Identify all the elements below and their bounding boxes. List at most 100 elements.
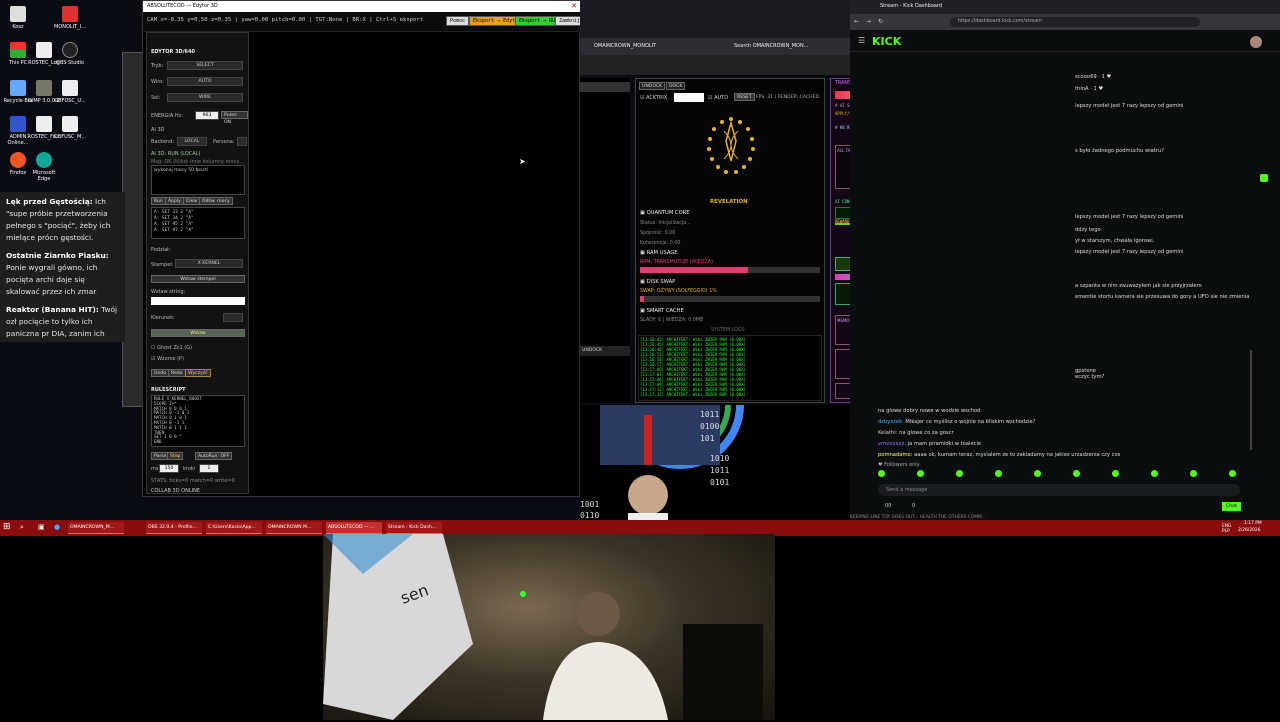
edge-icon[interactable]: ● [54, 523, 60, 531]
log-line: [13:17:15] ARCHITEKT: Wiki ZWIER RAM (0.… [640, 392, 746, 397]
chat-message: na glowe dobry nowe w wodzie wschod [878, 408, 980, 414]
clock-date[interactable]: 2/26/2026 [1238, 528, 1261, 533]
desktop-icon-obfusc-m[interactable]: OBFUSC_M... [52, 116, 88, 140]
energy-input[interactable]: 963 [195, 111, 219, 120]
taskbar-item-explorer[interactable]: C:\Users\Kasia\App... [206, 522, 262, 534]
browser-search[interactable]: Search OMAINCROWN_MON... [734, 43, 809, 49]
background-wallpaper: 1011 0100 101 1010 1011 0101 1001 0110 [580, 404, 850, 520]
taskbar-item-obs[interactable]: OBS 32.0.4 - Profile... [146, 522, 202, 534]
rulescript-editor[interactable]: RULE X_KERNEL_BOOST SCOPE 2+* MATCH 0 0 … [151, 395, 245, 447]
undo-button[interactable]: Undo [151, 369, 170, 377]
chat-message: vmvxxxxz: ja mam piramidki w toalecie [878, 441, 981, 447]
svg-text:0101: 0101 [710, 478, 729, 487]
chat-username[interactable]: pomnadamo: [878, 452, 912, 458]
mode-label: Tryb: [151, 63, 164, 69]
wiro-select[interactable]: AUTO [167, 77, 243, 86]
string-label: Wstaw string: [151, 289, 186, 295]
actrix-select[interactable] [674, 93, 704, 102]
3d-viewport[interactable]: ➤ [251, 33, 579, 495]
desktop-icon-obs[interactable]: OBS Studio [52, 42, 88, 66]
auto-toggle[interactable]: ☑ AUTO [708, 95, 728, 101]
ghost-checkbox[interactable]: ☐ Ghost Zc1 (G) [151, 345, 192, 351]
help-button[interactable]: Pomoc [446, 16, 470, 26]
chat-button[interactable]: Chat [1222, 502, 1241, 511]
emote-icon[interactable] [917, 470, 924, 477]
insert-stamp-button[interactable]: Wstaw stempel [151, 275, 245, 283]
fps-readout: FPS: 31 | RENDER: CACHED [756, 95, 820, 100]
desktop-icon-obfusc-u[interactable]: OBFUSC_U... [52, 80, 88, 104]
stats-text: STATS: ticks=0 match=0 write=0 [151, 478, 235, 484]
browser-tab[interactable]: OMAINCROWN_MONOLIT [594, 43, 656, 49]
kroki-input[interactable]: 1 [199, 464, 219, 473]
run-button[interactable]: Run [151, 197, 166, 205]
emote-icon[interactable] [1229, 470, 1236, 477]
taskbar-item-monolit-2[interactable]: OMAINCROWN M... [266, 522, 322, 534]
emote-icon[interactable] [1112, 470, 1119, 477]
search-icon[interactable]: ⌕ [20, 523, 24, 532]
chat-icon[interactable] [1260, 174, 1268, 182]
ms-input[interactable]: 150 [159, 464, 179, 473]
backend-select[interactable]: LOCAL [177, 137, 207, 146]
chat-username[interactable]: vmvxxxxz: [878, 441, 906, 447]
reset-button[interactable]: RESET [734, 93, 755, 101]
note-heading: Ostatnie Ziarnko Piasku: [6, 251, 109, 260]
clock-time[interactable]: 1:17 PM [1244, 521, 1262, 526]
chat-text: ja mam piramidki w toalecie [905, 441, 982, 447]
direction-select[interactable] [223, 313, 243, 322]
string-input[interactable] [151, 297, 245, 305]
desktop-icon-monolit[interactable]: MONOLIT_I... [52, 6, 88, 30]
emote-icon[interactable] [1073, 470, 1080, 477]
chat-username[interactable]: dzbyszek: [878, 419, 904, 425]
task-view-icon[interactable]: ▣ [38, 523, 45, 531]
taskbar-item-monolit[interactable]: OMAINCROWN_M... [68, 522, 124, 534]
notes-window: Lęk przed Gęstością: Ich "supe próbie pr… [0, 192, 125, 342]
ai-prompt-input[interactable]: wykonaj mocy 50 fpscti [151, 165, 245, 195]
message-input[interactable]: Send a message [878, 484, 1240, 496]
pulse-toggle[interactable]: Pulse: ON [221, 111, 248, 125]
language-indicator[interactable]: ENG PLP [1222, 524, 1236, 534]
emote-icon[interactable] [1190, 470, 1197, 477]
window-titlebar[interactable]: ABSOLUTECOD — Edytor 3D ✕ [143, 1, 581, 12]
dock-button[interactable]: DOCK [666, 82, 686, 90]
emote-bar[interactable] [878, 470, 1238, 478]
patterns-checkbox[interactable]: ☑ Wzorce (P) [151, 356, 184, 362]
insert-button[interactable]: Wstaw [151, 329, 245, 337]
desktop-icon-edge[interactable]: Microsoft Edge [26, 152, 62, 182]
podzial-label: Podział: [151, 247, 171, 253]
chat-username[interactable]: Keiathi: [878, 430, 897, 436]
persona-select[interactable] [237, 137, 247, 146]
emote-icon[interactable] [956, 470, 963, 477]
desktop-icon-kosz[interactable]: Kosz [0, 6, 36, 30]
avatar[interactable] [1250, 36, 1262, 48]
swap-text: SWAP: OŻYWY (SOLFEGGIO) 1% [640, 289, 717, 294]
background-window[interactable] [122, 52, 144, 407]
chat-message: scooo69 · 1 ♥ [1075, 74, 1112, 80]
taskbar-item-absolutecod[interactable]: ABSOLUTECOD — ... [326, 522, 382, 534]
start-icon[interactable]: ⊞ [3, 522, 11, 532]
emote-icon[interactable] [995, 470, 1002, 477]
clear-all-button[interactable]: Wyczyść [185, 369, 211, 377]
undock-button[interactable]: UNDOCK [639, 82, 666, 90]
actrix-toggle[interactable]: ☑ ACKTRIX [640, 95, 667, 101]
stempel-label: Stempel: [151, 262, 174, 268]
chat-text: Mikajer co myślisz o wojnie na bliskim w… [903, 419, 1036, 425]
taskbar-item-kick[interactable]: Stream - Kick Dash... [386, 522, 442, 534]
apply-button[interactable]: Apply [165, 197, 184, 205]
undock-button[interactable]: UNDOCK [580, 346, 630, 356]
emote-icon[interactable] [1034, 470, 1041, 477]
svg-text:101: 101 [700, 434, 715, 443]
sol-select[interactable]: WIRE [167, 93, 243, 102]
mode-select[interactable]: SELECT [167, 61, 243, 70]
emote-icon[interactable] [1151, 470, 1158, 477]
autorun-toggle[interactable]: AutoRun: OFF [195, 452, 233, 460]
emote-icon[interactable] [878, 470, 885, 477]
step-button[interactable]: Step [167, 452, 184, 460]
close-icon[interactable]: ✕ [571, 2, 577, 10]
energy-label: ENERGIA Hz: [151, 113, 183, 119]
stempel-select[interactable]: X KERNEL [175, 259, 243, 268]
editor-panel: EDYTOR 3D/640 Tryb: SELECT Wiro: AUTO So… [146, 32, 249, 494]
redo-button[interactable]: Redo [168, 369, 186, 377]
refresh-button[interactable]: Odśw. mocy [199, 197, 233, 205]
scrollbar[interactable] [1250, 350, 1252, 450]
system-hud-window: UNDOCK DOCK ☑ ACKTRIX ☑ AUTO RESET FPS: … [635, 78, 825, 403]
